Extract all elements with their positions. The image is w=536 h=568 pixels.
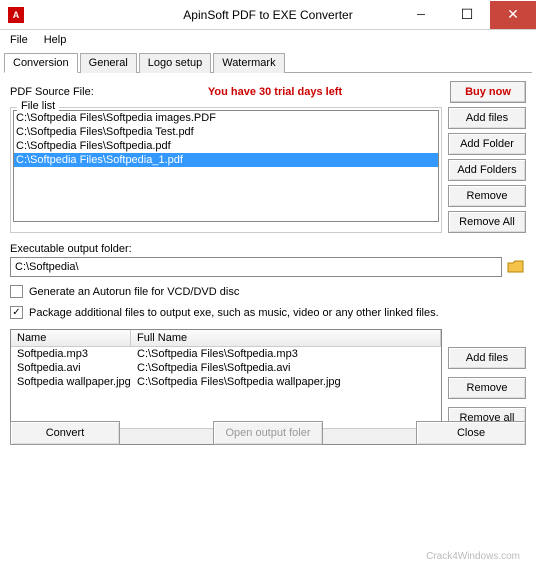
autorun-checkbox[interactable]	[10, 285, 23, 298]
close-window-button[interactable]: ✕	[490, 1, 536, 29]
app-icon	[8, 7, 24, 23]
tab-logo-setup[interactable]: Logo setup	[139, 53, 211, 73]
package-files-label: Package additional files to output exe, …	[29, 307, 439, 319]
watermark-text: Crack4Windows.com	[426, 551, 520, 562]
additional-file-row[interactable]: Softpedia.mp3C:\Softpedia Files\Softpedi…	[11, 347, 441, 361]
tab-conversion[interactable]: Conversion	[4, 53, 78, 73]
open-output-folder-button[interactable]: Open output foler	[213, 421, 323, 445]
tab-watermark[interactable]: Watermark	[213, 53, 284, 73]
menu-file[interactable]: File	[4, 32, 34, 48]
add-folder-button[interactable]: Add Folder	[448, 133, 526, 155]
tab-bar: Conversion General Logo setup Watermark	[4, 52, 532, 73]
minimize-button[interactable]: ─	[398, 1, 444, 29]
file-list-item[interactable]: C:\Softpedia Files\Softpedia images.PDF	[14, 111, 438, 125]
source-file-list[interactable]: C:\Softpedia Files\Softpedia images.PDFC…	[13, 110, 439, 222]
file-list-item[interactable]: C:\Softpedia Files\Softpedia Test.pdf	[14, 125, 438, 139]
column-full-name[interactable]: Full Name	[131, 330, 441, 346]
file-list-legend: File list	[17, 100, 59, 112]
remove-button[interactable]: Remove	[448, 185, 526, 207]
add-folders-button[interactable]: Add Folders	[448, 159, 526, 181]
output-folder-input[interactable]	[10, 257, 502, 277]
additional-file-row[interactable]: Softpedia wallpaper.jpgC:\Softpedia File…	[11, 375, 441, 389]
autorun-label: Generate an Autorun file for VCD/DVD dis…	[29, 286, 239, 298]
close-button[interactable]: Close	[416, 421, 526, 445]
tab-general[interactable]: General	[80, 53, 137, 73]
buy-now-button[interactable]: Buy now	[450, 81, 526, 103]
addl-remove-button[interactable]: Remove	[448, 377, 526, 399]
browse-folder-icon[interactable]	[506, 258, 526, 276]
menubar: File Help	[0, 30, 536, 50]
remove-all-button[interactable]: Remove All	[448, 211, 526, 233]
additional-file-row[interactable]: Softpedia.aviC:\Softpedia Files\Softpedi…	[11, 361, 441, 375]
column-name[interactable]: Name	[11, 330, 131, 346]
add-files-button[interactable]: Add files	[448, 107, 526, 129]
trial-notice: You have 30 trial days left	[140, 86, 450, 98]
convert-button[interactable]: Convert	[10, 421, 120, 445]
titlebar: ApinSoft PDF to EXE Converter ─ ☐ ✕	[0, 0, 536, 30]
output-folder-label: Executable output folder:	[10, 243, 526, 255]
addl-add-files-button[interactable]: Add files	[448, 347, 526, 369]
maximize-button[interactable]: ☐	[444, 1, 490, 29]
file-list-item[interactable]: C:\Softpedia Files\Softpedia_1.pdf	[14, 153, 438, 167]
file-list-item[interactable]: C:\Softpedia Files\Softpedia.pdf	[14, 139, 438, 153]
menu-help[interactable]: Help	[38, 32, 73, 48]
source-file-label: PDF Source File:	[10, 86, 140, 98]
package-files-checkbox[interactable]: ✓	[10, 306, 23, 319]
